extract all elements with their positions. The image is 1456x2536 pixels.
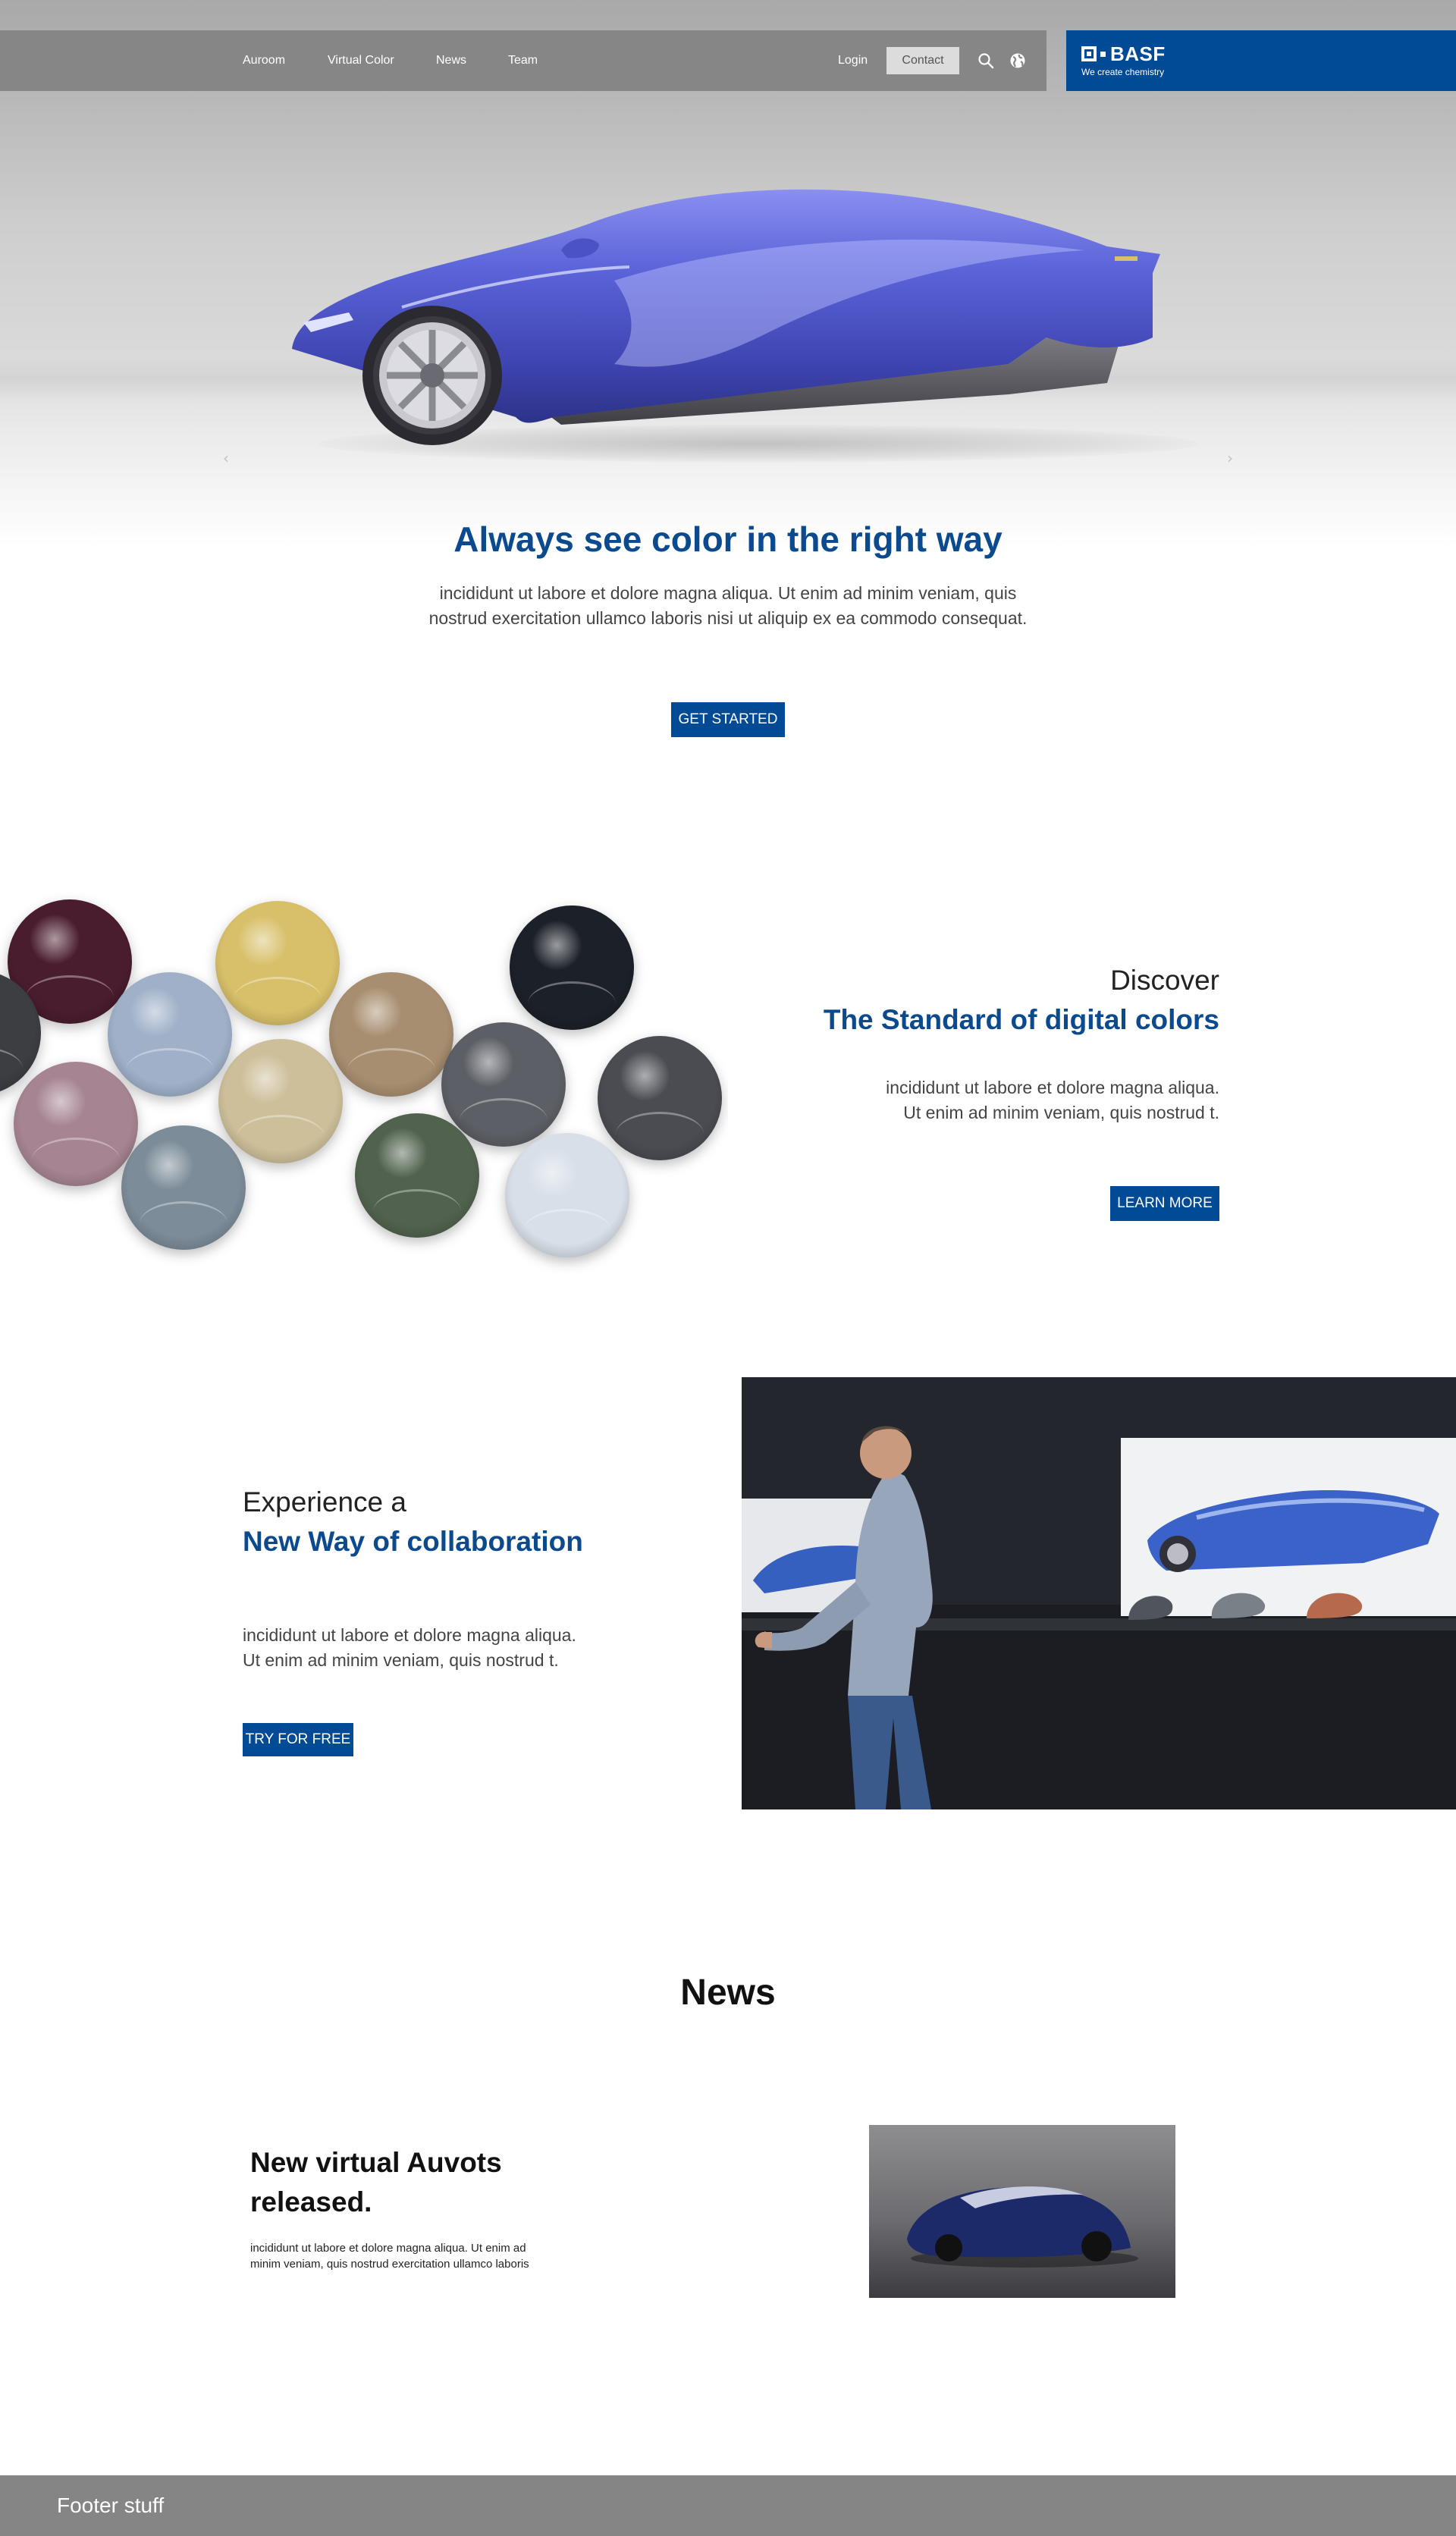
search-icon[interactable] — [977, 52, 995, 70]
basf-logo: BASF — [1081, 42, 1166, 65]
color-swatch — [121, 1125, 246, 1250]
color-swatch — [355, 1113, 479, 1238]
nav-item-virtual-color[interactable]: Virtual Color — [328, 30, 394, 91]
color-swatch-spheres — [0, 880, 728, 1274]
hero-title: Always see color in the right way — [453, 519, 1003, 559]
color-swatch — [441, 1022, 566, 1147]
news-item-body: incididunt ut labore et dolore magna ali… — [250, 2242, 529, 2271]
experience-kicker: Experience a — [243, 1486, 406, 1518]
discover-title: The Standard of digital colors — [823, 1004, 1219, 1035]
hero-body-text: incididunt ut labore et dolore magna ali… — [428, 583, 1028, 628]
brand-header[interactable]: BASF We create chemistry — [1066, 30, 1456, 91]
discover-kicker: Discover — [1110, 965, 1219, 996]
experience-body-text: incididunt ut labore et dolore magna ali… — [243, 1625, 576, 1670]
news-section-heading: News — [680, 1973, 776, 2013]
brand-name: BASF — [1110, 42, 1166, 65]
news-item-title[interactable]: New virtual Auvots released. — [250, 2143, 569, 2222]
color-swatch — [14, 1062, 138, 1186]
try-for-free-button[interactable]: TRY FOR FREE — [243, 1723, 353, 1756]
page-footer: Footer stuff — [0, 2475, 1456, 2536]
learn-more-button[interactable]: LEARN MORE — [1110, 1186, 1219, 1221]
color-swatch — [329, 972, 453, 1097]
carousel-prev-arrow[interactable]: ‹ — [217, 449, 235, 467]
color-swatch — [505, 1133, 629, 1257]
basf-logo-mark — [1081, 46, 1097, 61]
discover-body-text: incididunt ut labore et dolore magna ali… — [886, 1078, 1219, 1122]
color-swatch — [215, 901, 340, 1025]
brand-tagline: We create chemistry — [1081, 67, 1165, 77]
nav-item-auroom[interactable]: Auroom — [243, 30, 285, 91]
nav-item-news[interactable]: News — [436, 30, 466, 91]
basf-logo-dot — [1100, 51, 1106, 57]
color-swatch — [108, 972, 232, 1097]
login-link[interactable]: Login — [838, 30, 868, 91]
nav-item-team[interactable]: Team — [508, 30, 538, 91]
get-started-button[interactable]: GET STARTED — [671, 702, 785, 737]
news-item-image[interactable] — [869, 2125, 1175, 2298]
collaboration-studio-photo — [742, 1377, 1456, 1809]
top-navigation: Auroom Virtual Color News Team Login Con… — [0, 30, 1046, 91]
color-swatch — [598, 1036, 722, 1160]
hero-car-image — [292, 189, 1160, 445]
color-swatch — [510, 905, 634, 1030]
carousel-next-arrow[interactable]: › — [1221, 449, 1239, 467]
contact-button[interactable]: Contact — [886, 47, 959, 74]
color-swatch — [218, 1039, 343, 1163]
experience-title: New Way of collaboration — [243, 1526, 583, 1557]
footer-text: Footer stuff — [57, 2494, 165, 2517]
globe-icon[interactable] — [1009, 52, 1027, 70]
